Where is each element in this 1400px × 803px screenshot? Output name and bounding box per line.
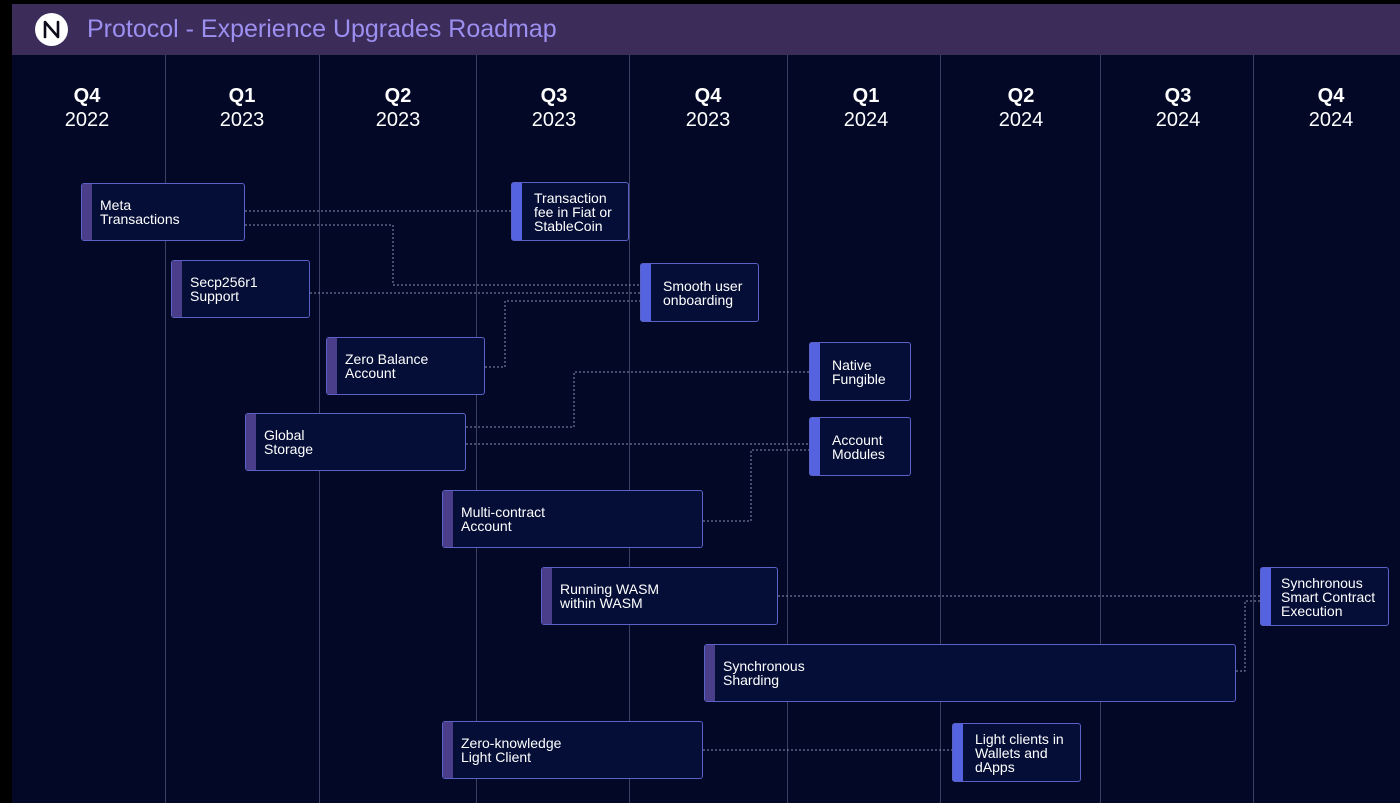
item-label: Zero Balance Account [345,351,429,381]
item-accent-bar [327,338,337,394]
item-accent-bar [443,491,453,547]
roadmap-item-synchronous-smart-contract-execution[interactable]: Synchronous Smart Contract Execution [1260,567,1389,626]
roadmap-canvas: Protocol - Experience Upgrades Roadmap Q… [12,4,1400,803]
item-accent-bar [810,343,820,400]
item-label: Transaction fee in Fiat or StableCoin [534,189,612,234]
item-label: Smooth user onboarding [663,277,743,308]
item-accent-bar [705,645,715,701]
item-accent-bar [82,184,92,240]
item-label: Multi-contract Account [461,504,546,534]
item-label: Meta Transactions [100,197,180,227]
link-multi-contract-to-account-modules [703,449,810,522]
item-accent-bar [172,261,182,317]
link-sharding-to-sync-execution [1236,600,1261,672]
roadmap-item-running-wasm-within-wasm[interactable]: Running WASM within WASM [541,567,778,625]
item-accent-bar [953,724,963,781]
item-label: Synchronous Sharding [723,658,805,688]
roadmap-item-transaction-fee-fiat[interactable]: Transaction fee in Fiat or StableCoin [511,182,629,241]
roadmap-item-multi-contract-account[interactable]: Multi-contract Account [442,490,703,548]
roadmap-item-smooth-user-onboarding[interactable]: Smooth user onboarding [640,263,759,322]
roadmap-item-meta-transactions[interactable]: Meta Transactions [81,183,245,241]
item-accent-bar [443,722,453,778]
roadmap-item-zero-balance-account[interactable]: Zero Balance Account [326,337,485,395]
item-accent-bar [512,183,522,240]
item-label: Light clients in Wallets and dApps [975,730,1064,775]
item-label: Global Storage [264,427,314,457]
item-accent-bar [1261,568,1271,625]
item-accent-bar [542,568,552,624]
item-label: Account Modules [832,431,885,462]
roadmap-item-light-clients-wallets[interactable]: Light clients in Wallets and dApps [952,723,1081,782]
roadmap-item-secp256r1-support[interactable]: Secp256r1 Support [171,260,310,318]
item-accent-bar [246,414,256,470]
item-label: Synchronous Smart Contract Execution [1281,574,1376,619]
link-global-storage-to-native-fungible [466,371,810,428]
roadmap-item-zero-knowledge-light-client[interactable]: Zero-knowledge Light Client [442,721,703,779]
item-accent-bar [641,264,651,321]
roadmap-item-global-storage[interactable]: Global Storage [245,413,466,471]
item-label: Native Fungible [832,356,886,387]
item-label: Zero-knowledge Light Client [461,735,562,765]
roadmap-item-account-modules[interactable]: Account Modules [809,417,911,476]
item-label: Running WASM within WASM [560,581,660,611]
link-zero-balance-to-onboarding [485,300,641,368]
item-accent-bar [810,418,820,475]
item-label: Secp256r1 Support [190,274,258,304]
roadmap-item-native-fungible[interactable]: Native Fungible [809,342,911,401]
roadmap-item-synchronous-sharding[interactable]: Synchronous Sharding [704,644,1236,702]
